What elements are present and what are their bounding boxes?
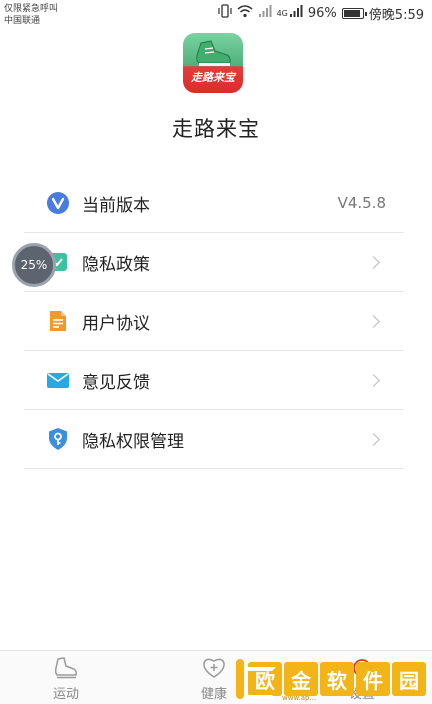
network-type: 4G bbox=[276, 8, 288, 18]
menu-item-feedback[interactable]: 意见反馈 bbox=[24, 351, 404, 410]
chevron-right-icon bbox=[367, 314, 380, 328]
chevron-right-icon bbox=[367, 373, 380, 387]
battery-icon bbox=[341, 7, 367, 19]
menu-item-permissions[interactable]: 隐私权限管理 bbox=[24, 410, 404, 469]
logo-text: 走路来宝 bbox=[191, 71, 235, 84]
watermark-char: 金 bbox=[284, 662, 318, 696]
menu-item-user-agreement[interactable]: 用户协议 bbox=[24, 292, 404, 351]
status-bar: 仅限紧急呼叫 中国联通 4G 96% 傍晚5:59 bbox=[0, 0, 432, 28]
status-indicators: 4G 96% 傍晚5:59 bbox=[217, 4, 424, 23]
signal-icon bbox=[289, 4, 303, 22]
shoe-icon bbox=[26, 655, 106, 681]
watermark-char: 件 bbox=[356, 662, 390, 696]
v-badge-icon bbox=[46, 191, 70, 215]
menu-label-privacy-policy: 隐私政策 bbox=[82, 254, 150, 275]
version-value: V4.5.8 bbox=[337, 194, 386, 212]
menu-label-permissions: 隐私权限管理 bbox=[82, 431, 184, 452]
settings-menu: 当前版本 V4.5.8 隐私政策 用户协议 意见反馈 隐私权限管理 bbox=[24, 174, 404, 469]
shoe-logo-icon bbox=[196, 40, 231, 66]
battery-percent: 96% bbox=[307, 5, 337, 21]
app-name: 走路来宝 bbox=[172, 117, 260, 141]
menu-label-version: 当前版本 bbox=[82, 195, 150, 216]
signal-weak-icon bbox=[258, 4, 272, 22]
watermark-logo-icon bbox=[236, 659, 276, 699]
watermark-char: 园 bbox=[392, 662, 426, 696]
watermark-url: www.ap... bbox=[282, 694, 317, 702]
chevron-right-icon bbox=[367, 255, 380, 269]
shield-key-icon bbox=[46, 427, 70, 451]
tab-sport[interactable]: 运动 bbox=[26, 655, 106, 702]
document-icon bbox=[46, 309, 70, 333]
menu-label-user-agreement: 用户协议 bbox=[82, 313, 150, 334]
clock: 傍晚5:59 bbox=[368, 7, 424, 23]
progress-text: 25% bbox=[20, 258, 48, 272]
menu-label-feedback: 意见反馈 bbox=[82, 372, 150, 393]
floating-progress-badge[interactable]: 25% bbox=[12, 243, 56, 287]
watermark: 欧 金 软 件 园 www.ap... bbox=[236, 656, 428, 702]
menu-item-version[interactable]: 当前版本 V4.5.8 bbox=[24, 174, 404, 233]
vibrate-icon bbox=[217, 4, 232, 22]
menu-item-privacy-policy[interactable]: 隐私政策 bbox=[24, 233, 404, 292]
app-logo: 走路来宝 bbox=[183, 33, 243, 93]
mail-icon bbox=[46, 368, 70, 392]
tab-label-sport: 运动 bbox=[52, 687, 79, 702]
wifi-icon bbox=[237, 4, 253, 22]
chevron-right-icon bbox=[367, 432, 380, 446]
watermark-char: 软 bbox=[320, 662, 354, 696]
carrier-name: 中国联通 bbox=[4, 16, 41, 26]
